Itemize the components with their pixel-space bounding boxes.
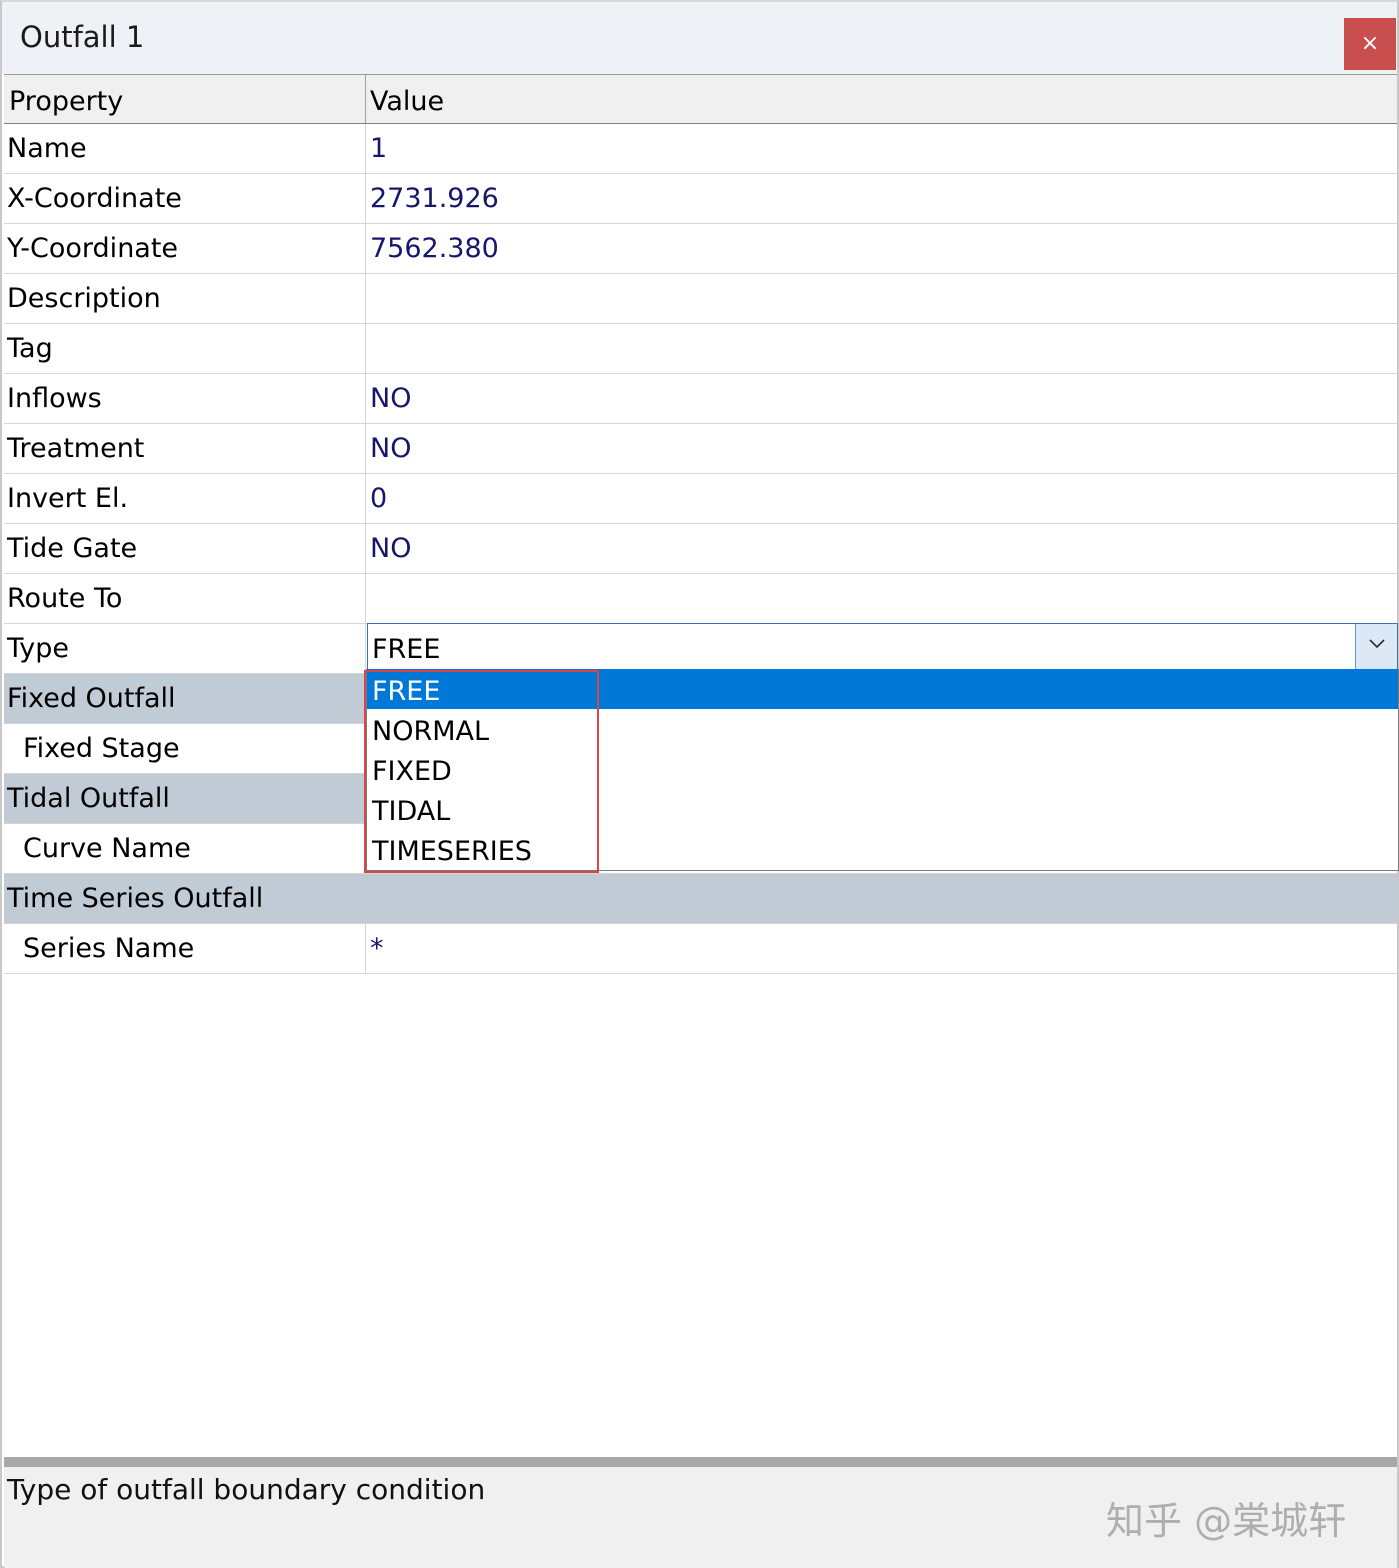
property-description: Type of outfall boundary condition — [7, 1473, 486, 1506]
row-treatment[interactable]: Treatment NO — [4, 424, 1397, 474]
close-icon: × — [1360, 31, 1380, 56]
chevron-down-icon — [1369, 639, 1385, 649]
row-x-coordinate[interactable]: X-Coordinate 2731.926 — [4, 174, 1397, 224]
row-tag[interactable]: Tag — [4, 324, 1397, 374]
property-value[interactable] — [367, 324, 1397, 373]
title-bar[interactable]: Outfall 1 × — [2, 2, 1397, 74]
row-y-coordinate[interactable]: Y-Coordinate 7562.380 — [4, 224, 1397, 274]
close-button[interactable]: × — [1344, 18, 1396, 70]
category-label: Tidal Outfall — [4, 774, 366, 823]
window-title: Outfall 1 — [20, 20, 145, 54]
outfall-properties-window: Outfall 1 × Property Value Name 1 X-Coor… — [0, 0, 1399, 1568]
property-label: Invert El. — [4, 474, 366, 523]
panel-splitter[interactable] — [4, 1457, 1397, 1467]
property-label: Inflows — [4, 374, 366, 423]
property-label: Tag — [4, 324, 366, 373]
row-invert-el[interactable]: Invert El. 0 — [4, 474, 1397, 524]
property-label: Name — [4, 124, 366, 173]
property-value[interactable] — [367, 274, 1397, 323]
property-value[interactable]: 2731.926 — [367, 174, 1397, 223]
type-option-fixed[interactable]: FIXED — [367, 749, 1398, 789]
grid-header: Property Value — [4, 74, 1397, 124]
category-label: Fixed Outfall — [4, 674, 366, 723]
property-value[interactable]: NO — [367, 524, 1397, 573]
row-series-name[interactable]: Series Name * — [4, 924, 1397, 974]
column-header-value: Value — [370, 86, 445, 117]
category-time-series-outfall[interactable]: Time Series Outfall — [4, 874, 1397, 924]
property-label: Description — [4, 274, 366, 323]
type-option-normal[interactable]: NORMAL — [367, 709, 1398, 749]
row-inflows[interactable]: Inflows NO — [4, 374, 1397, 424]
type-dropdown-list: FREE NORMAL FIXED TIDAL TIMESERIES — [366, 669, 1399, 871]
row-tide-gate[interactable]: Tide Gate NO — [4, 524, 1397, 574]
type-option-timeseries[interactable]: TIMESERIES — [367, 829, 1398, 869]
watermark: 知乎 @棠城轩 — [1106, 1499, 1347, 1543]
type-combobox-arrow-button[interactable] — [1355, 624, 1397, 669]
property-label: Y-Coordinate — [4, 224, 366, 273]
category-label: Time Series Outfall — [4, 874, 366, 923]
property-value[interactable]: NO — [367, 374, 1397, 423]
row-name[interactable]: Name 1 — [4, 124, 1397, 174]
property-value[interactable]: 0 — [367, 474, 1397, 523]
property-value[interactable]: 7562.380 — [367, 224, 1397, 273]
property-label: Type — [4, 624, 366, 673]
property-value[interactable] — [367, 574, 1397, 623]
property-label: X-Coordinate — [4, 174, 366, 223]
type-combobox[interactable]: FREE — [367, 623, 1398, 670]
property-value[interactable]: 1 — [367, 124, 1397, 173]
type-option-tidal[interactable]: TIDAL — [367, 789, 1398, 829]
row-description[interactable]: Description — [4, 274, 1397, 324]
property-label: Fixed Stage — [4, 724, 366, 773]
property-value[interactable]: NO — [367, 424, 1397, 473]
property-label: Treatment — [4, 424, 366, 473]
row-route-to[interactable]: Route To — [4, 574, 1397, 624]
property-label: Curve Name — [4, 824, 366, 873]
column-header-property: Property — [4, 75, 366, 123]
property-value[interactable]: * — [367, 924, 1397, 973]
property-label: Tide Gate — [4, 524, 366, 573]
property-label: Series Name — [4, 924, 366, 973]
category-value — [367, 874, 1397, 923]
type-option-free[interactable]: FREE — [367, 669, 1398, 709]
property-label: Route To — [4, 574, 366, 623]
